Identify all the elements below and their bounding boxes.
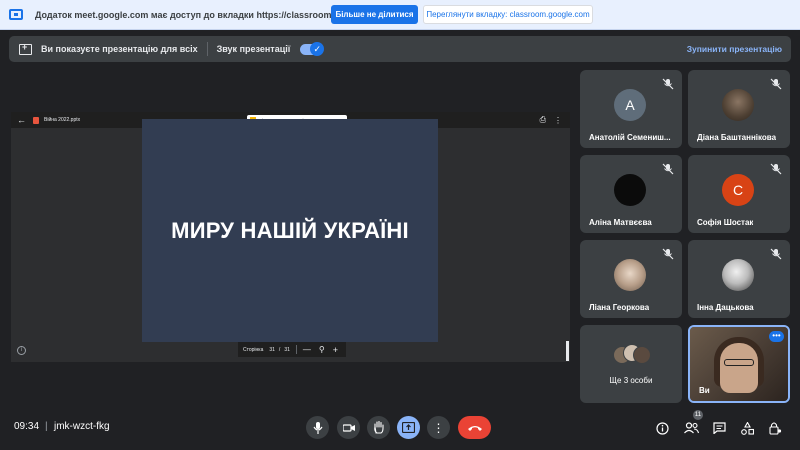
lock-person-icon — [768, 422, 781, 435]
more-participants-tile[interactable]: Ще 3 особи — [580, 325, 682, 403]
print-icon[interactable]: ⎙ — [540, 115, 546, 125]
mic-off-icon — [770, 248, 782, 260]
bottom-bar: 09:34 | jmk-wzct-fkg ⋮ — [0, 406, 800, 450]
stop-presenting-button[interactable]: Зупинити презентацію — [687, 44, 782, 54]
participant-tile[interactable]: С Софія Шостак — [688, 155, 790, 233]
divider — [206, 42, 208, 56]
stop-sharing-button[interactable]: Більше не ділитися — [331, 5, 418, 24]
screen-share-icon — [9, 9, 23, 20]
participant-name: Ліана Георкова — [589, 303, 650, 312]
zoom-icon[interactable]: ⚲ — [319, 345, 325, 354]
avatar: A — [614, 89, 646, 121]
mic-off-icon — [662, 163, 674, 175]
page-label: Сторінка — [243, 346, 264, 353]
participant-name: Діана Баштаннікова — [697, 133, 777, 142]
self-name: Ви — [699, 386, 710, 395]
chat-button[interactable] — [711, 420, 727, 436]
microphone-button[interactable] — [306, 416, 329, 439]
participant-count-badge: 11 — [693, 410, 703, 420]
more-options-icon[interactable]: ••• — [769, 331, 784, 342]
presenting-message: Ви показуєте презентацію для всіх — [41, 44, 198, 54]
file-name: Війна 2022.pptx — [44, 117, 81, 123]
mic-off-icon — [770, 163, 782, 175]
presentation-view: ← Війна 2022.pptx Відкрити через Google … — [11, 112, 570, 362]
slide: МИРУ НАШІЙ УКРАЇНІ — [142, 119, 438, 342]
clock: 09:34 — [14, 421, 40, 432]
present-screen-icon — [19, 42, 32, 55]
participant-tile[interactable]: A Анатолій Семениш... — [580, 70, 682, 148]
video-glasses — [724, 359, 754, 366]
presentation-sound-label: Звук презентації — [216, 44, 291, 54]
avatar — [633, 346, 651, 364]
more-vert-icon: ⋮ — [432, 420, 445, 435]
hand-icon — [373, 421, 384, 434]
zoom-in-icon[interactable]: + — [333, 345, 338, 355]
camera-button[interactable] — [337, 416, 360, 439]
hang-up-icon — [467, 425, 482, 431]
participant-name: Софія Шостак — [697, 218, 754, 227]
host-controls-button[interactable] — [767, 420, 783, 436]
page-controls: Сторінка 31 / 31 — ⚲ + — [238, 342, 346, 357]
microphone-icon — [313, 421, 322, 434]
total-pages: 31 — [284, 346, 290, 353]
participant-tile[interactable]: Інна Дацькова — [688, 240, 790, 318]
leave-call-button[interactable] — [458, 416, 491, 439]
mic-off-icon — [770, 78, 782, 90]
camera-icon — [342, 423, 355, 432]
participant-tile[interactable]: Діана Баштаннікова — [688, 70, 790, 148]
people-icon — [683, 422, 699, 434]
activities-icon — [740, 421, 754, 435]
participant-name: Інна Дацькова — [697, 303, 754, 312]
meeting-code: jmk-wzct-fkg — [54, 421, 110, 432]
activities-button[interactable] — [739, 420, 755, 436]
slide-title: МИРУ НАШІЙ УКРАЇНІ — [171, 217, 409, 243]
avatar — [722, 259, 754, 291]
divider — [295, 345, 297, 354]
video-face — [720, 343, 758, 393]
zoom-out-icon[interactable]: — — [303, 345, 311, 354]
current-page[interactable]: 31 — [269, 347, 275, 353]
check-icon: ✓ — [310, 41, 325, 56]
more-options-button[interactable]: ⋮ — [427, 416, 450, 439]
avatar — [722, 89, 754, 121]
back-arrow-icon[interactable]: ← — [17, 115, 26, 125]
people-button[interactable] — [683, 420, 699, 436]
more-participants-label: Ще 3 особи — [609, 376, 653, 385]
participant-name: Аліна Матвєєва — [589, 218, 652, 227]
avatar — [614, 174, 646, 206]
present-button[interactable] — [397, 416, 420, 439]
scrollbar[interactable] — [566, 341, 569, 361]
chat-icon — [712, 422, 726, 434]
avatar: С — [722, 174, 754, 206]
presentation-sound-toggle[interactable]: ✓ — [300, 41, 325, 56]
more-options-icon[interactable]: ⋮ — [554, 116, 562, 125]
mic-off-icon — [662, 248, 674, 260]
avatar — [614, 259, 646, 291]
pptx-file-icon — [33, 116, 39, 124]
raise-hand-button[interactable] — [367, 416, 390, 439]
participant-tile[interactable]: Аліна Матвєєва — [580, 155, 682, 233]
presenting-bar: Ви показуєте презентацію для всіх Звук п… — [9, 36, 791, 62]
self-video-tile[interactable]: ••• Ви — [688, 325, 790, 403]
meeting-details-icon[interactable] — [654, 420, 670, 436]
page-separator: / — [278, 346, 281, 353]
share-banner: Додаток meet.google.com має доступ до вк… — [0, 0, 800, 30]
info-icon[interactable]: i — [17, 346, 26, 355]
participant-avatars-group — [613, 344, 651, 366]
view-tab-button[interactable]: Переглянути вкладку: classroom.google.co… — [423, 5, 593, 24]
participant-name: Анатолій Семениш... — [589, 133, 671, 142]
mic-off-icon — [662, 78, 674, 90]
present-screen-icon — [402, 422, 415, 433]
participant-tile[interactable]: Ліана Георкова — [580, 240, 682, 318]
separator: | — [45, 421, 48, 432]
info-icon — [655, 421, 669, 435]
